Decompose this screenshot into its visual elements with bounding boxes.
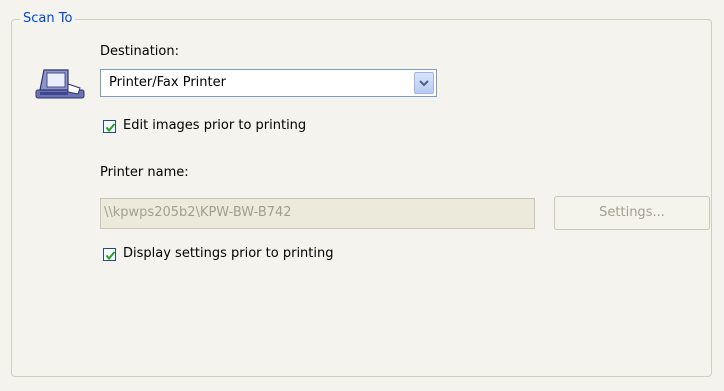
- printer-icon: [34, 64, 86, 102]
- edit-images-checkbox[interactable]: [103, 120, 116, 133]
- destination-value: Printer/Fax Printer: [109, 75, 226, 90]
- destination-dropdown[interactable]: Printer/Fax Printer: [100, 69, 437, 97]
- dropdown-button[interactable]: [414, 72, 434, 94]
- printer-name-value: \\kpwps205b2\KPW-BW-B742: [104, 205, 292, 220]
- display-settings-checkbox[interactable]: [103, 248, 116, 261]
- destination-label: Destination:: [100, 44, 179, 59]
- group-title: Scan To: [20, 10, 76, 28]
- chevron-down-icon: [419, 80, 429, 87]
- edit-images-label: Edit images prior to printing: [123, 118, 307, 133]
- display-settings-label: Display settings prior to printing: [123, 246, 334, 261]
- checkmark-icon: [105, 123, 116, 133]
- printer-name-label: Printer name:: [100, 165, 189, 180]
- checkmark-icon: [105, 251, 116, 261]
- printer-name-field[interactable]: \\kpwps205b2\KPW-BW-B742: [100, 198, 535, 229]
- settings-button[interactable]: Settings...: [554, 196, 710, 230]
